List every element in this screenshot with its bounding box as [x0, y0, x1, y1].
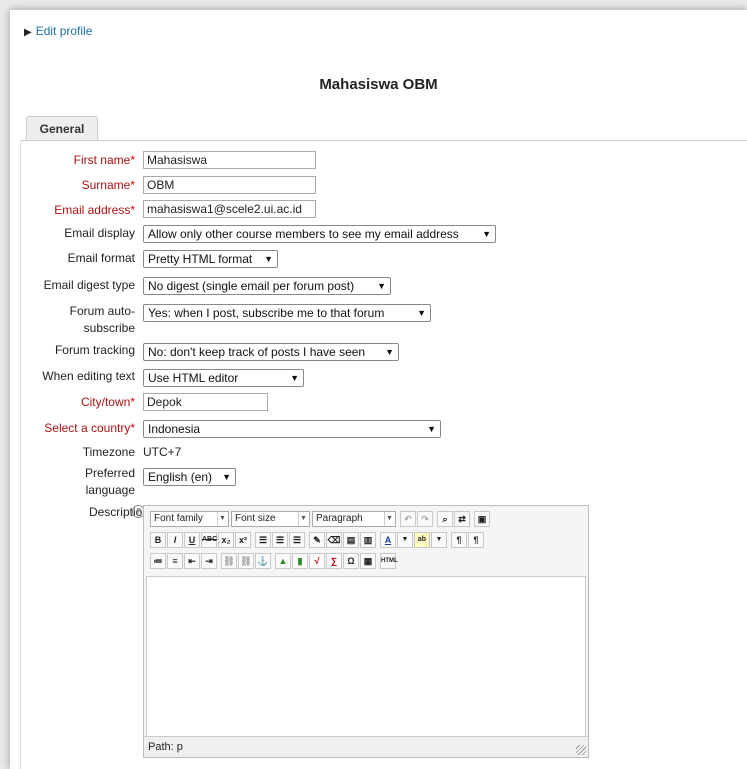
country-label: Select a country*	[44, 421, 135, 435]
dropdown-arrow-icon: ▼	[264, 254, 273, 264]
underline-icon[interactable]: U	[184, 532, 200, 548]
breadcrumb[interactable]: ▶ Edit profile	[24, 24, 92, 38]
dropdown-arrow-icon: ▼	[427, 424, 436, 434]
city-label: City/town*	[80, 395, 135, 409]
align-left-icon[interactable]: ☰	[255, 532, 271, 548]
city-input[interactable]	[143, 393, 268, 411]
email-label: Email address*	[54, 203, 135, 217]
first-name-label: First name*	[73, 153, 135, 167]
editing-text-select[interactable]: ▼ Use HTML editor	[143, 369, 304, 387]
format-select[interactable]: Paragraph ▼	[312, 511, 396, 527]
profile-page: ▶ Edit profile Mahasiswa OBM General Firs…	[10, 10, 747, 769]
paste-word-icon[interactable]: ▥	[360, 532, 376, 548]
font-family-select[interactable]: Font family ▼	[150, 511, 229, 527]
forum-tracking-label: Forum tracking	[54, 343, 135, 357]
dropdown-arrow-icon: ▼	[290, 373, 299, 383]
dropdown-arrow-icon: ▼	[385, 347, 394, 357]
dropdown-arrow-icon[interactable]: ▼	[431, 532, 447, 548]
language-label-2: language	[85, 483, 135, 497]
forum-auto-label-1: Forum auto-	[69, 304, 135, 318]
bullet-list-icon[interactable]: ≔	[150, 553, 166, 569]
edit-profile-link[interactable]: Edit profile	[36, 24, 93, 38]
description-editor[interactable]: Font family ▼ Font size ▼ Paragraph ▼ ↶ ↷ ⌕…	[143, 505, 589, 758]
fullscreen-icon[interactable]: ▣	[474, 511, 490, 527]
timezone-label: Timezone	[82, 445, 135, 459]
indent-icon[interactable]: ⇥	[201, 553, 217, 569]
rtl-icon[interactable]: ¶	[468, 532, 484, 548]
first-name-input[interactable]	[143, 151, 316, 169]
timezone-value: UTC+7	[143, 445, 182, 459]
editing-text-label: When editing text	[42, 369, 135, 383]
cleanup-icon[interactable]: ✎	[309, 532, 325, 548]
editor-toolbar-row-1: Font family ▼ Font size ▼ Paragraph ▼ ↶ ↷ ⌕…	[148, 509, 584, 529]
language-label-1: Preferred	[84, 466, 135, 480]
redo-icon[interactable]: ↷	[417, 511, 433, 527]
text-color-icon[interactable]: A	[380, 532, 396, 548]
dropdown-arrow-icon: ▼	[222, 472, 231, 482]
language-select[interactable]: ▼ English (en)	[143, 468, 236, 486]
equation-icon[interactable]: √	[309, 553, 325, 569]
dropdown-arrow-icon: ▼	[482, 229, 491, 239]
ltr-icon[interactable]: ¶	[451, 532, 467, 548]
anchor-icon[interactable]: ⚓	[255, 553, 271, 569]
html-icon[interactable]: HTML	[380, 553, 398, 569]
email-format-select[interactable]: ▼ Pretty HTML format	[143, 250, 278, 268]
dropdown-arrow-icon: ▼	[217, 512, 227, 526]
page-title: Mahasiswa OBM	[319, 76, 438, 93]
dropdown-arrow-icon: ▼	[298, 512, 308, 526]
bold-icon[interactable]: B	[150, 532, 166, 548]
resize-grip-icon[interactable]	[576, 745, 586, 755]
country-select[interactable]: ▼ Indonesia	[143, 420, 441, 438]
find-icon[interactable]: ⌕	[437, 511, 453, 527]
italic-icon[interactable]: I	[167, 532, 183, 548]
triangle-icon: ▶	[24, 27, 32, 38]
special-char-icon[interactable]: Ω	[343, 553, 359, 569]
link-icon[interactable]: ⛓	[221, 553, 237, 569]
panel-border	[20, 140, 21, 769]
superscript-icon[interactable]: x²	[235, 532, 251, 548]
email-display-select[interactable]: ▼ Allow only other course members to see …	[143, 225, 496, 243]
highlight-color-icon[interactable]: ab	[414, 532, 430, 548]
dropdown-arrow-icon[interactable]: ▼	[397, 532, 413, 548]
tab-general[interactable]: General	[26, 116, 98, 141]
undo-icon[interactable]: ↶	[400, 511, 416, 527]
tab-divider	[20, 140, 747, 141]
paste-text-icon[interactable]: ▤	[343, 532, 359, 548]
email-input[interactable]	[143, 200, 316, 218]
surname-label: Surname*	[81, 178, 135, 192]
remove-format-icon[interactable]: ⌫	[326, 532, 342, 548]
dropdown-arrow-icon: ▼	[377, 281, 386, 291]
forum-auto-select[interactable]: ▼ Yes: when I post, subscribe me to that …	[143, 304, 431, 322]
image-icon[interactable]: ▲	[275, 553, 291, 569]
align-center-icon[interactable]: ☰	[272, 532, 288, 548]
email-digest-label: Email digest type	[43, 278, 135, 292]
dropdown-arrow-icon: ▼	[417, 308, 426, 318]
email-format-label: Email format	[67, 251, 135, 265]
media-icon[interactable]: ▮	[292, 553, 308, 569]
forum-auto-label-2: subscribe	[83, 321, 135, 335]
outdent-icon[interactable]: ⇤	[184, 553, 200, 569]
editor-toolbar-row-2: B I U ABC x₂ x² ☰ ☰ ☰ ✎ ⌫ ▤ ▥ A ▼ ab ▼ ¶…	[148, 530, 584, 550]
forum-tracking-select[interactable]: ▼ No: don't keep track of posts I have se…	[143, 343, 399, 361]
special-equation-icon[interactable]: ∑	[326, 553, 342, 569]
font-size-select[interactable]: Font size ▼	[231, 511, 310, 527]
email-display-label: Email display	[64, 226, 135, 240]
subscript-icon[interactable]: x₂	[218, 532, 234, 548]
strikethrough-icon[interactable]: ABC	[201, 532, 217, 548]
surname-input[interactable]	[143, 176, 316, 194]
align-right-icon[interactable]: ☰	[289, 532, 305, 548]
editor-path-bar: Path: p	[144, 736, 588, 757]
email-digest-select[interactable]: ▼ No digest (single email per forum post)	[143, 277, 391, 295]
replace-icon[interactable]: ⇄	[454, 511, 470, 527]
dropdown-arrow-icon: ▼	[384, 512, 394, 526]
editor-toolbar-row-3: ≔ ≡ ⇤ ⇥ ⛓ ⛓ ⚓ ▲ ▮ √ ∑ Ω ▦ HTML	[148, 551, 584, 571]
table-icon[interactable]: ▦	[360, 553, 376, 569]
editor-content-area[interactable]	[146, 576, 586, 737]
unlink-icon[interactable]: ⛓	[238, 553, 254, 569]
numbered-list-icon[interactable]: ≡	[167, 553, 183, 569]
